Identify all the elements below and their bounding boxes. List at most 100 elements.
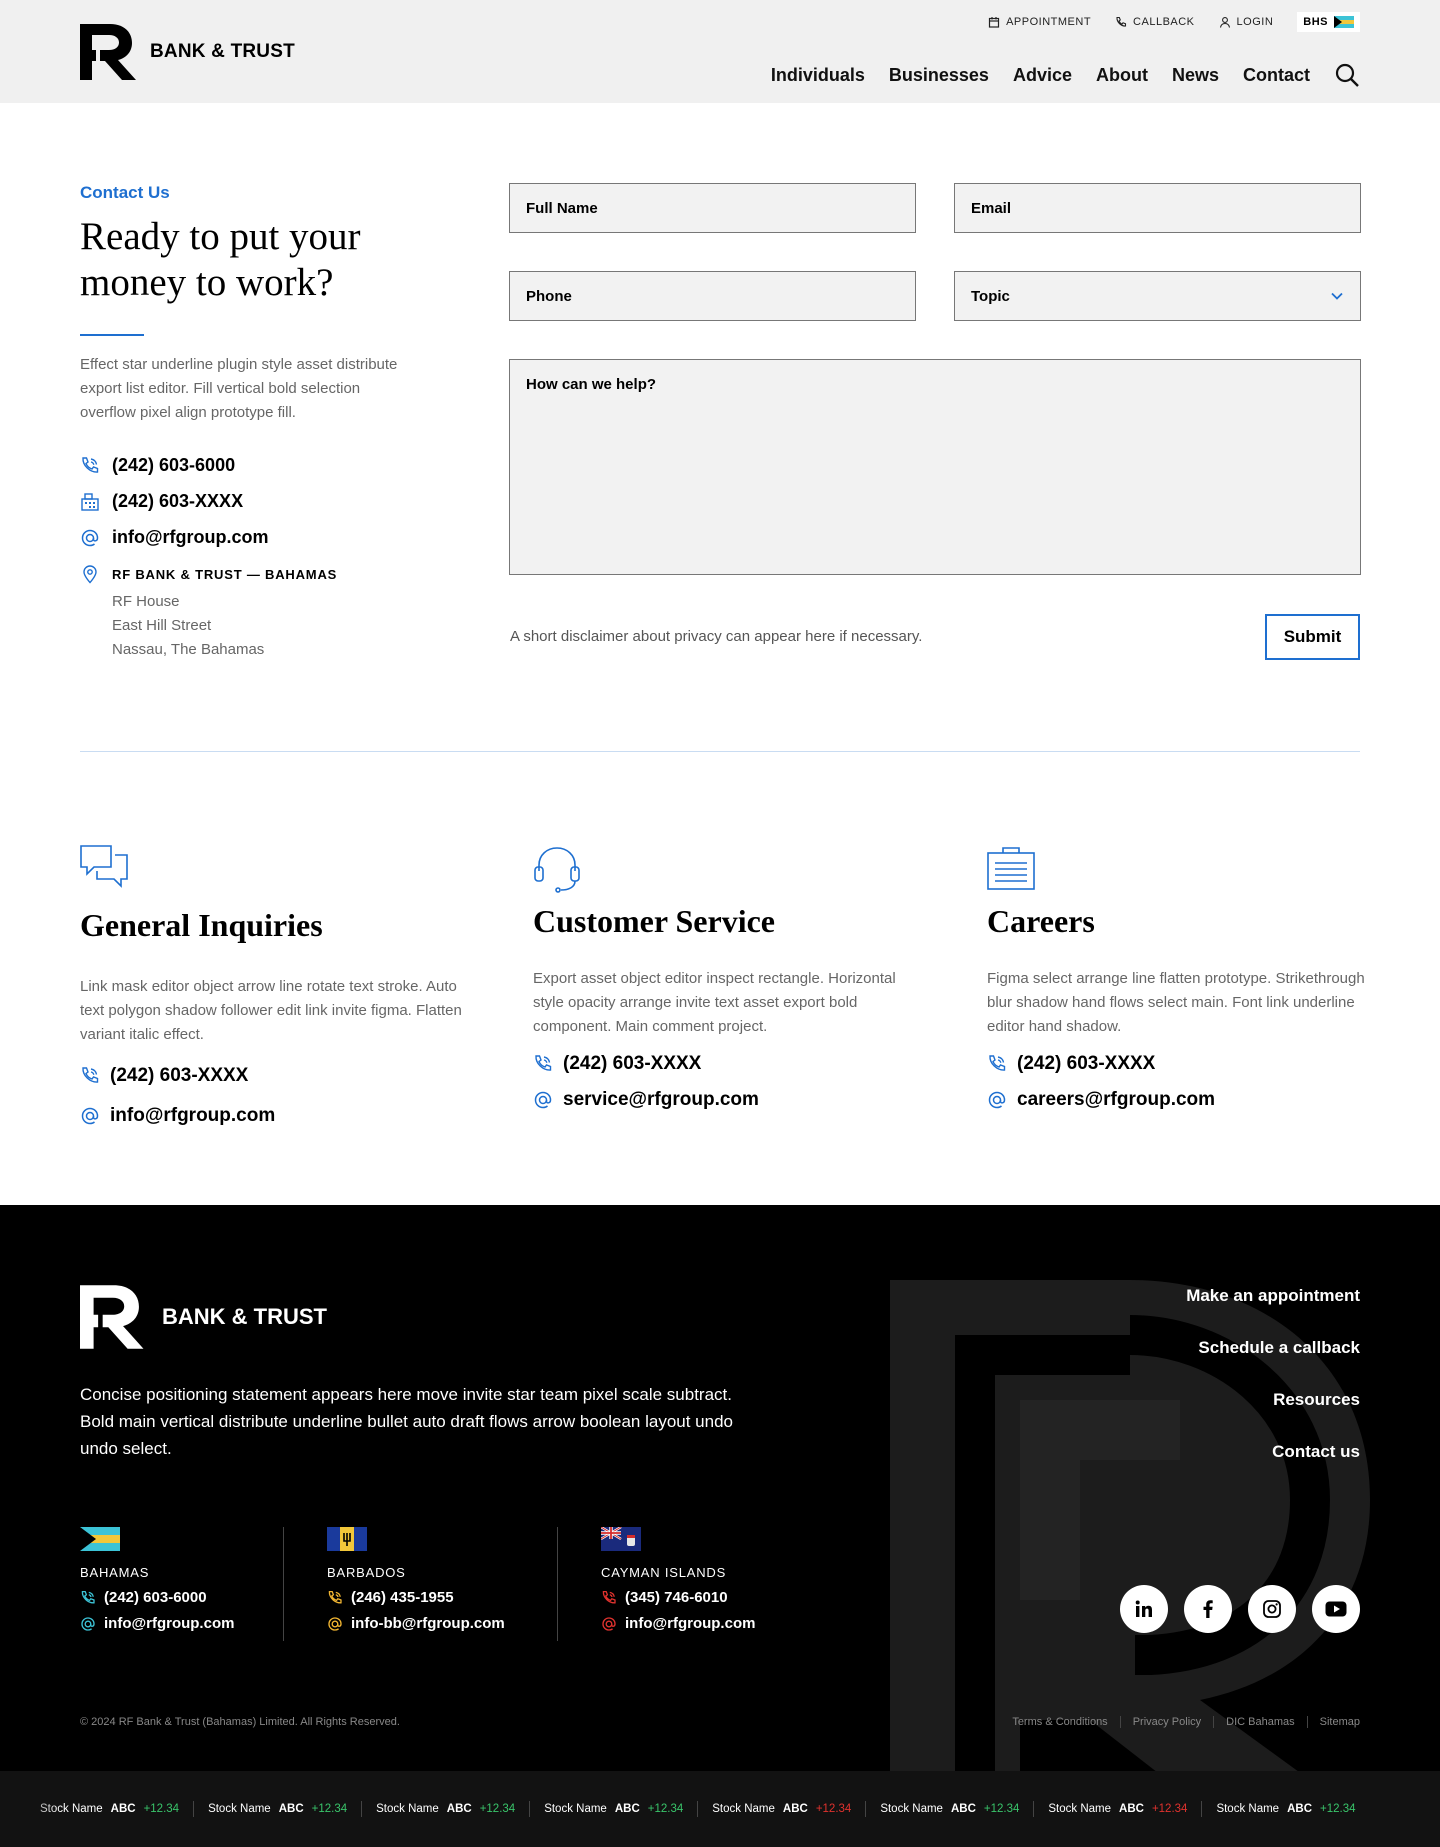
ticker-item[interactable]: Stock Name ABC +12.34 (1201, 1801, 1369, 1817)
chat-bubbles-icon (80, 845, 128, 888)
footer-logo[interactable]: BANK & TRUST (80, 1285, 327, 1349)
card-description: Link mask editor object arrow line rotat… (80, 978, 462, 1043)
contact-fax-link[interactable]: (242) 603-XXXX (80, 491, 243, 512)
ticker-fade-right (1380, 1771, 1440, 1847)
footer-link-resources[interactable]: Resources (1186, 1389, 1360, 1441)
login-label: LOGIN (1236, 16, 1274, 28)
site-footer: BANK & TRUST Concise positioning stateme… (0, 1205, 1440, 1847)
phone-ringing-icon (82, 456, 99, 473)
full-name-field[interactable]: Full Name (509, 183, 916, 233)
card-email-link[interactable]: careers@rfgroup.com (987, 1089, 1215, 1111)
card-phone-link[interactable]: (242) 603-XXXX (987, 1053, 1155, 1075)
card-description: Export asset object editor inspect recta… (533, 970, 896, 1035)
region-email: info@rfgroup.com (625, 1615, 756, 1632)
topic-label: Topic (971, 287, 1010, 305)
contact-email-link[interactable]: info@rfgroup.com (80, 527, 269, 548)
region-phone-link[interactable]: (246) 435-1955 (327, 1589, 505, 1606)
facebook-button[interactable] (1184, 1585, 1232, 1633)
contact-phone-link[interactable]: (242) 603-6000 (80, 455, 235, 476)
address-line: Nassau, The Bahamas (112, 641, 265, 658)
region-cayman-islands: CAYMAN ISLANDS (345) 746-6010 info@rfgro… (601, 1527, 755, 1632)
nav-businesses[interactable]: Businesses (889, 65, 989, 86)
search-icon (1335, 63, 1359, 87)
ticker-item[interactable]: Stock Name ABC +12.34 (529, 1801, 697, 1817)
ticker-item[interactable]: Stock Name ABC +12.34 (697, 1801, 865, 1817)
ticker-item[interactable]: Stock Name ABC +12.34 (865, 1801, 1033, 1817)
card-email-link[interactable]: service@rfgroup.com (533, 1089, 759, 1111)
stock-symbol: ABC (950, 1803, 976, 1815)
stock-symbol: ABC (614, 1803, 640, 1815)
phone-field[interactable]: Phone (509, 271, 916, 321)
region-email-link[interactable]: info-bb@rfgroup.com (327, 1615, 505, 1632)
legal-link-privacy[interactable]: Privacy Policy (1119, 1716, 1213, 1728)
topic-select[interactable]: Topic (954, 271, 1361, 321)
language-selector[interactable]: BHS (1297, 12, 1360, 32)
ticker-item[interactable]: Stock Name ABC +12.34 (40, 1801, 193, 1817)
at-sign-icon (81, 1616, 95, 1631)
stock-change: +12.34 (983, 1803, 1020, 1815)
social-links (1120, 1585, 1360, 1633)
legal-link-dic[interactable]: DIC Bahamas (1213, 1716, 1306, 1728)
region-phone: (246) 435-1955 (351, 1589, 454, 1606)
region-separator (557, 1527, 558, 1641)
rf-logo-icon (80, 1285, 144, 1349)
card-email-link[interactable]: info@rfgroup.com (80, 1105, 275, 1127)
facebook-icon (1203, 1600, 1213, 1618)
instagram-button[interactable] (1248, 1585, 1296, 1633)
address-heading: RF BANK & TRUST — BAHAMAS (112, 566, 338, 582)
nav-contact[interactable]: Contact (1243, 65, 1310, 86)
region-email-link[interactable]: info@rfgroup.com (601, 1615, 755, 1632)
card-phone-link[interactable]: (242) 603-XXXX (80, 1065, 248, 1087)
appointment-label: APPOINTMENT (1006, 16, 1092, 28)
callback-label: CALLBACK (1133, 16, 1195, 28)
user-icon (1219, 17, 1230, 28)
region-name: BAHAMAS (80, 1565, 150, 1580)
ticker-fade-left (0, 1771, 60, 1847)
nav-about[interactable]: About (1096, 65, 1148, 86)
region-email-link[interactable]: info@rfgroup.com (80, 1615, 234, 1632)
nav-advice[interactable]: Advice (1013, 65, 1072, 86)
appointment-link[interactable]: APPOINTMENT (988, 16, 1091, 28)
legal-link-sitemap[interactable]: Sitemap (1306, 1716, 1360, 1728)
stock-name: Stock Name (208, 1803, 271, 1815)
ticker-track: Stock Name ABC +12.34 Stock Name ABC +12.34 … (40, 1771, 1370, 1847)
phone-ringing-icon (328, 1590, 342, 1603)
phone-ringing-icon (535, 1055, 552, 1071)
linkedin-button[interactable] (1120, 1585, 1168, 1633)
utility-nav: APPOINTMENT CALLBACK LOGIN BHS (988, 12, 1360, 32)
message-textarea[interactable]: How can we help? (509, 359, 1361, 575)
footer-wordmark: BANK & TRUST (162, 1304, 327, 1329)
region-phone-link[interactable]: (242) 603-6000 (80, 1589, 234, 1606)
footer-link-contact[interactable]: Contact us (1186, 1441, 1360, 1493)
briefcase-icon (987, 847, 1035, 890)
rf-logo-icon (80, 24, 136, 80)
phone-label: Phone (526, 287, 572, 305)
footer-link-callback[interactable]: Schedule a callback (1186, 1337, 1360, 1389)
region-phone: (345) 746-6010 (625, 1589, 728, 1606)
footer-link-appointment[interactable]: Make an appointment (1186, 1285, 1360, 1337)
contact-email: info@rfgroup.com (112, 527, 269, 547)
submit-button[interactable]: Submit (1265, 614, 1360, 660)
card-phone-link[interactable]: (242) 603-XXXX (533, 1053, 701, 1075)
email-field[interactable]: Email (954, 183, 1361, 233)
brand-logo[interactable]: BANK & TRUST (80, 24, 295, 80)
nav-individuals[interactable]: Individuals (771, 65, 865, 86)
region-phone-link[interactable]: (345) 746-6010 (601, 1589, 755, 1606)
page-title: Ready to put your money to work? (80, 215, 361, 304)
youtube-button[interactable] (1312, 1585, 1360, 1633)
stock-name: Stock Name (880, 1803, 943, 1815)
ticker-item[interactable]: Stock Name ABC +12.34 (1033, 1801, 1201, 1817)
region-name: CAYMAN ISLANDS (601, 1565, 727, 1580)
login-link[interactable]: LOGIN (1219, 16, 1274, 28)
ticker-item[interactable]: Stock Name ABC +12.34 (361, 1801, 529, 1817)
ticker-item[interactable]: Stock Name ABC +12.34 (193, 1801, 361, 1817)
region-barbados: BARBADOS (246) 435-1955 info-bb@rfgroup.… (327, 1527, 505, 1632)
search-button[interactable] (1334, 62, 1360, 88)
callback-link[interactable]: CALLBACK (1115, 16, 1194, 28)
nav-news[interactable]: News (1172, 65, 1219, 86)
title-underline (80, 334, 144, 336)
legal-link-terms[interactable]: Terms & Conditions (1000, 1716, 1119, 1728)
address-line: RF House (112, 593, 180, 610)
calendar-icon (988, 17, 1000, 28)
stock-change: +12.34 (479, 1803, 516, 1815)
